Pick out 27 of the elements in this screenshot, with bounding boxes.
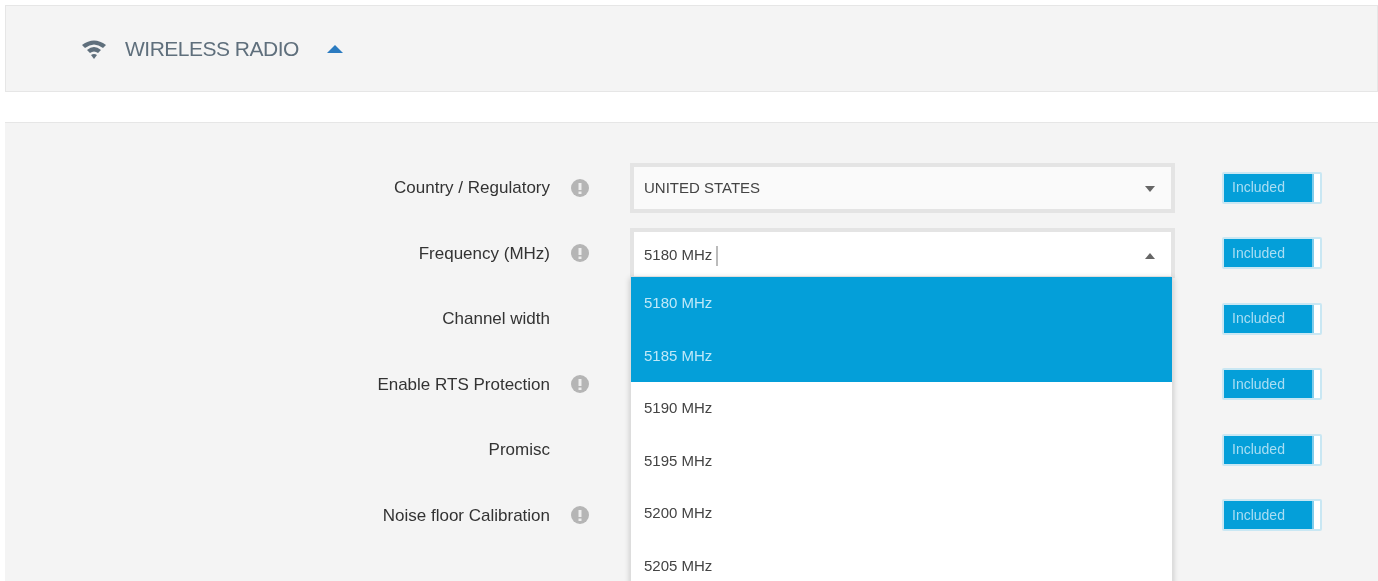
toggle-switch[interactable]: Included — [1222, 368, 1322, 401]
caret-icon[interactable] — [326, 44, 343, 53]
field-label: Country / Regulatory — [393, 177, 550, 199]
dropdown-option[interactable]: 5200 MHz — [631, 487, 1172, 540]
section-title: WIRELESS RADIO — [125, 35, 299, 62]
toggle-switch[interactable]: Included — [1222, 237, 1322, 270]
select-field[interactable]: UNITED STATES — [630, 162, 1175, 213]
dropdown-option[interactable]: 5205 MHz — [631, 539, 1172, 581]
toggle-switch[interactable]: Included — [1222, 302, 1322, 335]
help-icon[interactable] — [570, 177, 590, 198]
field-label: Frequency (MHz) — [417, 242, 550, 265]
toggle-switch[interactable]: Included — [1222, 433, 1322, 466]
dropdown-option[interactable]: 5195 MHz — [631, 434, 1172, 487]
help-icon[interactable] — [570, 243, 590, 264]
wifi-icon — [81, 38, 107, 59]
dropdown-option[interactable]: 5185 MHz — [631, 329, 1172, 382]
field-label: Channel width — [441, 308, 550, 330]
field-label: Promisc — [487, 439, 550, 461]
dropdown-option[interactable]: 5190 MHz — [631, 382, 1172, 435]
toggle-switch[interactable]: Included — [1222, 499, 1322, 532]
field-label: Enable RTS Protection — [376, 373, 550, 396]
field-label: Noise floor Calibration — [381, 504, 550, 527]
search-field[interactable]: 5180 MHz — [630, 228, 1175, 279]
dropdown-option[interactable]: 5180 MHz — [631, 277, 1172, 330]
help-icon[interactable] — [570, 505, 590, 526]
toggle-switch[interactable]: Included — [1222, 171, 1322, 204]
help-icon[interactable] — [570, 374, 590, 395]
